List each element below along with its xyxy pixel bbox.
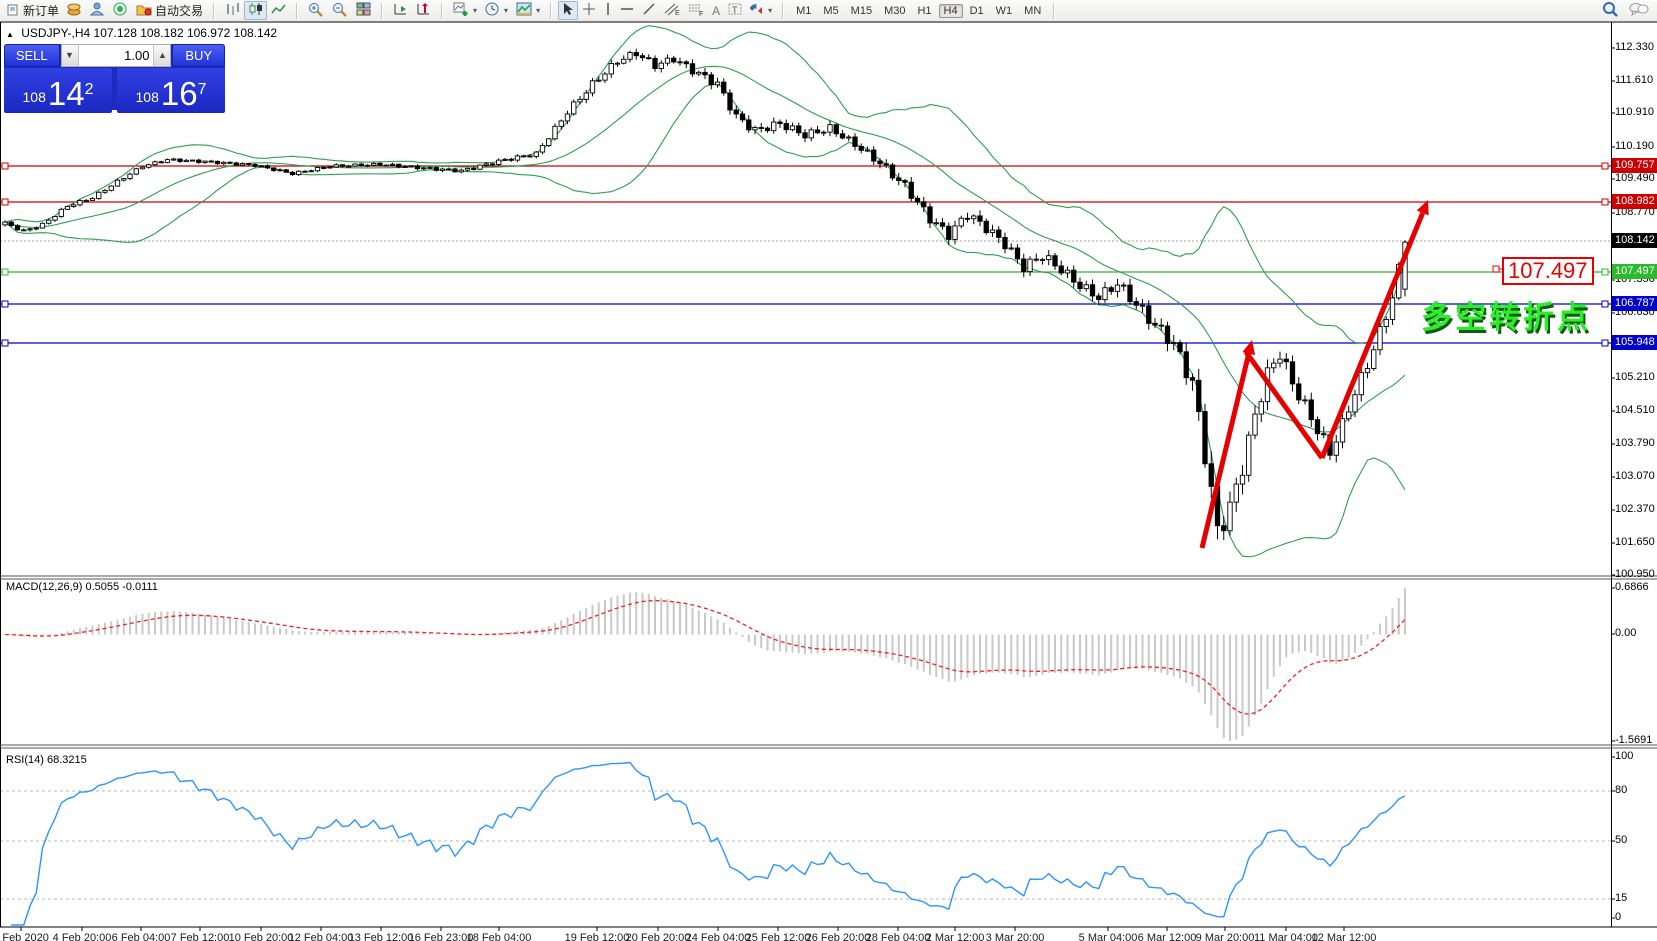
rsi-tick-label: 100 <box>1615 750 1634 762</box>
time-axis-label: 26 Feb 20:00 <box>805 932 871 941</box>
current-price-label: 108.142 <box>1612 233 1657 248</box>
chart-window[interactable]: ▲ USDJPY-,H4 107.128 108.182 106.972 108… <box>0 21 1657 941</box>
time-axis-label: 3 Mar 20:00 <box>985 932 1045 941</box>
price-tick-label: 109.490 <box>1615 172 1655 184</box>
time-axis-label: 10 Feb 20:00 <box>228 932 294 941</box>
sell-button[interactable]: SELL <box>4 44 60 67</box>
rsi-indicator-label: RSI(14) 68.3215 <box>6 754 87 766</box>
price-tick-label: 103.070 <box>1615 470 1655 482</box>
volume-input[interactable] <box>78 45 154 66</box>
time-axis-label: 2 Mar 12:00 <box>925 932 985 941</box>
trade-panel-row: SELL ▼ ▲ BUY <box>4 44 226 67</box>
buy-price-big: 16 <box>160 75 198 112</box>
time-axis-label: 12 Mar 12:00 <box>1311 932 1377 941</box>
price-tick-label: 104.510 <box>1615 404 1655 416</box>
buy-price-pip: 7 <box>197 81 207 98</box>
time-axis-label: 18 Feb 04:00 <box>466 932 532 941</box>
mt4-terminal-window: 新订单 自动交易 ▾ ▾ ▾ E F A T ▾ M1 M5 M15 M30 H… <box>0 0 1657 941</box>
one-click-trading-panel: SELL ▼ ▲ BUY 108142 108167 <box>4 44 226 113</box>
price-tick-label: 110.910 <box>1615 106 1654 118</box>
ohlc-values: 107.128 108.182 106.972 108.142 <box>93 26 278 40</box>
time-axis-label: 6 Mar 12:00 <box>1137 932 1197 941</box>
price-tick-label: 111.610 <box>1615 74 1654 86</box>
level-price-label: 109.757 <box>1612 158 1657 173</box>
buy-price-base: 108 <box>135 89 159 105</box>
time-axis-label: 3 Feb 2020 <box>0 932 49 941</box>
macd-tick-label: 0.6866 <box>1615 581 1649 593</box>
volume-spinner: ▼ ▲ <box>60 44 172 67</box>
level-price-label: 106.787 <box>1612 296 1657 311</box>
buy-button[interactable]: BUY <box>172 44 226 67</box>
level-price-label: 105.948 <box>1612 335 1657 350</box>
time-axis-label: 4 Feb 20:00 <box>52 932 112 941</box>
macd-tick-label: 0.00 <box>1615 627 1637 639</box>
price-tick-label: 100.950 <box>1615 568 1655 580</box>
time-axis-label: 11 Mar 04:00 <box>1253 932 1319 941</box>
sell-price-big: 14 <box>47 75 85 112</box>
time-axis-label: 5 Mar 04:00 <box>1078 932 1138 941</box>
price-chart-canvas[interactable] <box>0 0 1657 941</box>
price-tick-label: 101.650 <box>1615 536 1655 548</box>
symbol-timeframe-label: USDJPY-,H4 <box>21 26 91 40</box>
time-axis-label: 19 Feb 12:00 <box>564 932 630 941</box>
time-axis-label: 20 Feb 20:00 <box>625 932 691 941</box>
macd-tick-label: -1.5691 <box>1615 734 1653 746</box>
panel-collapse-icon[interactable]: ▲ <box>6 30 14 39</box>
chart-ohlc-title: ▲ USDJPY-,H4 107.128 108.182 106.972 108… <box>6 26 277 40</box>
rsi-tick-label: 15 <box>1615 892 1628 904</box>
sell-price-pip: 2 <box>84 81 94 98</box>
price-tick-label: 112.330 <box>1615 41 1654 53</box>
rsi-tick-label: 80 <box>1615 784 1628 796</box>
price-tick-label: 103.790 <box>1615 437 1655 449</box>
buy-price-display[interactable]: 108 16 7 <box>117 68 225 113</box>
time-axis-label: 13 Feb 12:00 <box>348 932 414 941</box>
time-axis-label: 12 Feb 04:00 <box>288 932 354 941</box>
level-price-label: 107.497 <box>1612 264 1657 279</box>
price-tick-label: 102.370 <box>1615 503 1655 515</box>
price-callout-box[interactable]: 107.497 <box>1502 257 1594 285</box>
rsi-tick-label: 0 <box>1615 911 1622 923</box>
volume-decrease-button[interactable]: ▼ <box>61 45 79 66</box>
time-axis-label: 24 Feb 04:00 <box>685 932 751 941</box>
time-axis-label: 16 Feb 23:00 <box>408 932 474 941</box>
price-tick-label: 105.210 <box>1615 371 1655 383</box>
time-axis-label: 9 Mar 20:00 <box>1195 932 1255 941</box>
time-axis-label: 28 Feb 04:00 <box>865 932 931 941</box>
volume-increase-button[interactable]: ▲ <box>153 45 171 66</box>
sell-price-display[interactable]: 108 14 2 <box>4 68 112 113</box>
time-axis-label: 6 Feb 04:00 <box>111 932 171 941</box>
macd-indicator-label: MACD(12,26,9) 0.5055 -0.0111 <box>6 581 158 593</box>
time-axis-label: 25 Feb 12:00 <box>745 932 811 941</box>
price-tick-label: 110.190 <box>1615 140 1654 152</box>
time-axis-label: 7 Feb 12:00 <box>170 932 230 941</box>
sell-price-base: 108 <box>22 89 46 105</box>
level-price-label: 108.982 <box>1612 194 1657 209</box>
rsi-tick-label: 50 <box>1615 834 1628 846</box>
chinese-annotation-text[interactable]: 多空转折点 <box>1421 292 1591 337</box>
